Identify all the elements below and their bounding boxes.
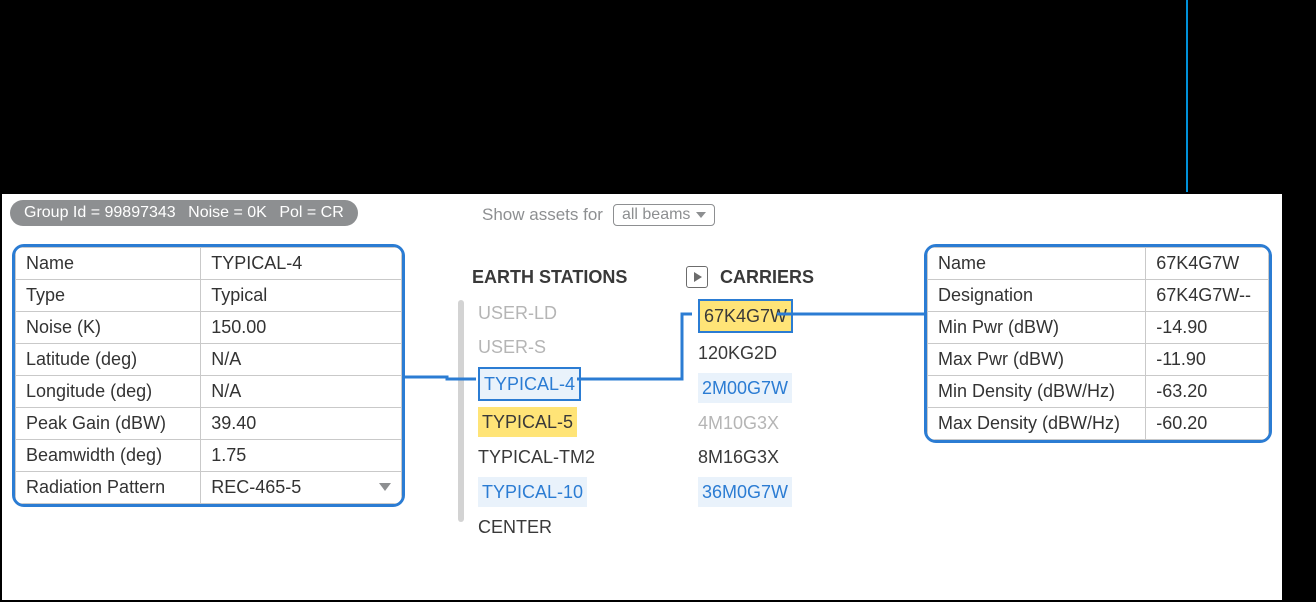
list-item-label: TYPICAL-5 <box>478 407 577 437</box>
earth-stations-list: USER-LD USER-S TYPICAL-4 TYPICAL-5 TYPIC… <box>472 296 632 544</box>
prop-key: Noise (K) <box>16 312 201 344</box>
prop-val: 67K4G7W-- <box>1146 280 1269 312</box>
chevron-down-icon <box>696 212 706 218</box>
prop-val: -14.90 <box>1146 312 1269 344</box>
prop-val[interactable]: 150.00 <box>201 312 402 344</box>
prop-key: Peak Gain (dBW) <box>16 408 201 440</box>
prop-key: Type <box>16 280 201 312</box>
list-item-label: 8M16G3X <box>698 447 779 467</box>
prop-key: Longitude (deg) <box>16 376 201 408</box>
prop-val[interactable]: 1.75 <box>201 440 402 472</box>
prop-val[interactable]: REC-465-5 <box>201 472 402 504</box>
prop-val: -63.20 <box>1146 376 1269 408</box>
beam-select[interactable]: all beams <box>613 204 715 226</box>
list-item-label: USER-LD <box>478 303 557 323</box>
list-item[interactable]: USER-S <box>472 330 632 364</box>
list-item[interactable]: 36M0G7W <box>692 474 852 510</box>
list-item[interactable]: 120KG2D <box>692 336 852 370</box>
noise-text: Noise = 0K <box>188 204 267 222</box>
list-item-label: 36M0G7W <box>698 477 792 507</box>
prop-key: Max Density (dBW/Hz) <box>928 408 1146 440</box>
group-id-text: Group Id = 99897343 <box>24 204 176 222</box>
prop-key: Latitude (deg) <box>16 344 201 376</box>
list-item-label: 67K4G7W <box>698 299 793 333</box>
table-row: Beamwidth (deg)1.75 <box>16 440 402 472</box>
list-item-label: CENTER <box>478 517 552 537</box>
prop-key: Min Density (dBW/Hz) <box>928 376 1146 408</box>
carrier-props-table: Name67K4G7W Designation67K4G7W-- Min Pwr… <box>924 244 1272 443</box>
play-button[interactable] <box>686 266 708 288</box>
list-item[interactable]: 4M10G3X <box>692 406 852 440</box>
prop-val[interactable]: TYPICAL-4 <box>201 248 402 280</box>
chevron-down-icon <box>379 483 391 491</box>
list-item-label: 2M00G7W <box>698 373 792 403</box>
earth-station-props-table: NameTYPICAL-4 TypeTypical Noise (K)150.0… <box>12 244 405 507</box>
list-item[interactable]: TYPICAL-TM2 <box>472 440 632 474</box>
earth-stations-heading: EARTH STATIONS <box>472 267 682 288</box>
prop-val-text: REC-465-5 <box>211 477 301 497</box>
list-item[interactable]: USER-LD <box>472 296 632 330</box>
list-item[interactable]: 2M00G7W <box>692 370 852 406</box>
list-item[interactable]: TYPICAL-4 <box>472 364 632 404</box>
prop-val: -60.20 <box>1146 408 1269 440</box>
table-row: Name67K4G7W <box>928 248 1269 280</box>
prop-key: Beamwidth (deg) <box>16 440 201 472</box>
table-row: TypeTypical <box>16 280 402 312</box>
prop-key: Min Pwr (dBW) <box>928 312 1146 344</box>
table-row: Designation67K4G7W-- <box>928 280 1269 312</box>
list-item[interactable]: TYPICAL-10 <box>472 474 632 510</box>
table-row: Radiation Pattern REC-465-5 <box>16 472 402 504</box>
list-item-label: 120KG2D <box>698 343 777 363</box>
table-row: Latitude (deg)N/A <box>16 344 402 376</box>
group-info-pill: Group Id = 99897343 Noise = 0K Pol = CR <box>10 200 358 226</box>
list-item-label: TYPICAL-4 <box>478 367 581 401</box>
table-row: Noise (K)150.00 <box>16 312 402 344</box>
table-row: Peak Gain (dBW)39.40 <box>16 408 402 440</box>
beam-select-value: all beams <box>622 206 690 224</box>
list-item-label: 4M10G3X <box>698 413 779 433</box>
prop-val: 67K4G7W <box>1146 248 1269 280</box>
prop-val[interactable]: 39.40 <box>201 408 402 440</box>
main-panel: Group Id = 99897343 Noise = 0K Pol = CR … <box>0 192 1284 602</box>
list-item[interactable]: CENTER <box>472 510 632 544</box>
table-row: Min Pwr (dBW)-14.90 <box>928 312 1269 344</box>
table-row: Max Pwr (dBW)-11.90 <box>928 344 1269 376</box>
prop-val[interactable]: N/A <box>201 344 402 376</box>
table-row: Max Density (dBW/Hz)-60.20 <box>928 408 1269 440</box>
table-row: NameTYPICAL-4 <box>16 248 402 280</box>
prop-val[interactable]: N/A <box>201 376 402 408</box>
play-icon <box>694 272 702 282</box>
prop-key: Designation <box>928 280 1146 312</box>
carriers-list: 67K4G7W 120KG2D 2M00G7W 4M10G3X 8M16G3X … <box>692 296 852 544</box>
list-item-label: TYPICAL-10 <box>478 477 587 507</box>
list-item[interactable]: TYPICAL-5 <box>472 404 632 440</box>
prop-key: Name <box>16 248 201 280</box>
prop-key: Name <box>928 248 1146 280</box>
table-row: Min Density (dBW/Hz)-63.20 <box>928 376 1269 408</box>
table-row: Longitude (deg)N/A <box>16 376 402 408</box>
list-item[interactable]: 8M16G3X <box>692 440 852 474</box>
pol-text: Pol = CR <box>279 204 343 222</box>
prop-key: Radiation Pattern <box>16 472 201 504</box>
scrollbar[interactable] <box>458 300 464 522</box>
prop-val[interactable]: Typical <box>201 280 402 312</box>
list-item-label: USER-S <box>478 337 546 357</box>
prop-key: Max Pwr (dBW) <box>928 344 1146 376</box>
carriers-heading: CARRIERS <box>720 267 814 288</box>
list-item-label: TYPICAL-TM2 <box>478 447 595 467</box>
show-assets-label: Show assets for <box>482 205 603 225</box>
center-lists: EARTH STATIONS CARRIERS USER-LD USER-S T… <box>472 266 912 544</box>
show-assets-row: Show assets for all beams <box>482 204 715 226</box>
prop-val: -11.90 <box>1146 344 1269 376</box>
list-item[interactable]: 67K4G7W <box>692 296 852 336</box>
